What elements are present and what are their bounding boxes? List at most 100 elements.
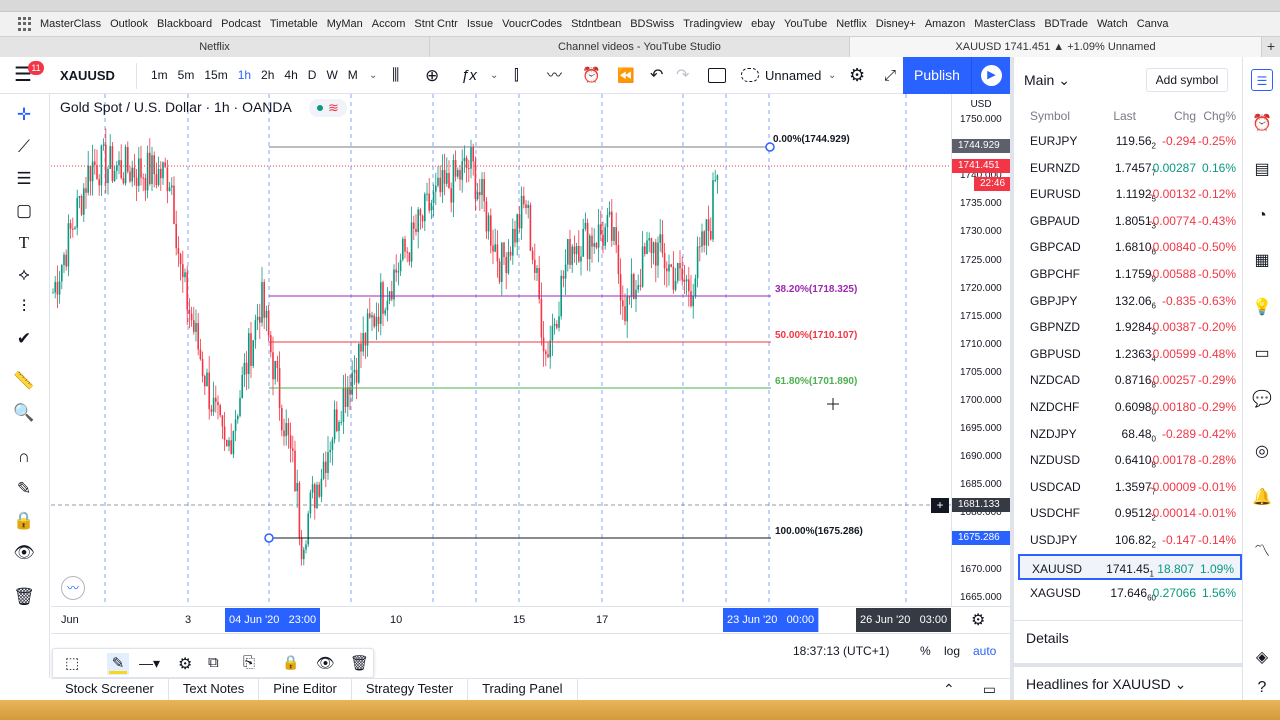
bookmark-item[interactable]: Watch xyxy=(1097,18,1137,30)
layout-name[interactable]: Unnamed xyxy=(765,57,821,94)
tab-stock-screener[interactable]: Stock Screener xyxy=(51,679,169,700)
redo-icon[interactable]: ↷ xyxy=(676,57,689,94)
watchlist-row[interactable]: USDJPY 106.822 -0.147 -0.14% xyxy=(1018,527,1242,553)
bookmark-item[interactable]: Amazon xyxy=(925,18,974,30)
ruler-icon[interactable]: 📏 xyxy=(12,370,36,392)
compare-plus-icon[interactable]: ⊕ xyxy=(425,57,439,94)
bookmark-item[interactable]: BDTrade xyxy=(1044,18,1097,30)
column-chg[interactable]: Chg xyxy=(1174,109,1196,123)
hide-drawing-eye-icon[interactable]: 👁 xyxy=(316,654,335,672)
magnet-icon[interactable]: ∩ xyxy=(12,446,36,468)
percent-scale-toggle[interactable]: % xyxy=(920,644,931,658)
watchlist-row[interactable]: USDCHF 0.95122 -0.00014 -0.01% xyxy=(1018,500,1242,526)
watchlist-row[interactable]: NZDCHF 0.60980 -0.00180 -0.29% xyxy=(1018,394,1242,420)
bookmark-item[interactable]: Canva xyxy=(1137,18,1178,30)
play-button[interactable]: ▶ xyxy=(971,57,1010,94)
lock-icon[interactable]: 🔒 xyxy=(12,510,36,532)
pattern-icon[interactable]: ⟡ xyxy=(12,264,36,286)
column-chg-pct[interactable]: Chg% xyxy=(1203,109,1236,123)
candle-style-icon[interactable]: ⫼ xyxy=(392,57,399,94)
replay-icon[interactable]: ⏪ xyxy=(617,57,634,94)
tab-text-notes[interactable]: Text Notes xyxy=(169,679,260,700)
watchlist-row[interactable]: GBPUSD 1.23634 -0.00599 -0.48% xyxy=(1018,341,1242,367)
watchlist-row[interactable]: GBPCAD 1.68106 -0.00840 -0.50% xyxy=(1018,234,1242,260)
streams-icon[interactable]: ▭ xyxy=(1251,343,1273,365)
hotlists-icon[interactable]: ◔ xyxy=(1251,205,1273,227)
help-icon[interactable]: ? xyxy=(1251,677,1273,699)
watchlist-row[interactable]: GBPJPY 132.066 -0.835 -0.63% xyxy=(1018,288,1242,314)
interval-M[interactable]: M xyxy=(343,57,363,94)
new-tab-button[interactable]: + xyxy=(1262,37,1280,57)
watchlist-row[interactable]: USDCAD 1.35977 -0.00009 -0.01% xyxy=(1018,474,1242,500)
watchlist-row[interactable]: GBPCHF 1.17599 -0.00588 -0.50% xyxy=(1018,261,1242,287)
financials-icon[interactable]: ⫿ xyxy=(514,57,519,94)
ideas-lightbulb-icon[interactable]: 💡 xyxy=(1251,297,1273,319)
watchlist-row[interactable]: GBPAUD 1.80513 -0.00774 -0.43% xyxy=(1018,208,1242,234)
podcast-icon[interactable]: ◎ xyxy=(1251,441,1273,463)
add-symbol-button[interactable]: Add symbol xyxy=(1146,68,1228,92)
watchlist-row[interactable]: XAUUSD 1741.451 18.807 1.09% xyxy=(1018,553,1242,580)
fib-retracement-icon[interactable]: ☰ xyxy=(12,168,36,190)
watchlist-title[interactable]: Main ⌄ xyxy=(1024,72,1070,89)
undo-icon[interactable]: ↶ xyxy=(650,57,663,94)
bookmark-item[interactable]: Blackboard xyxy=(157,18,221,30)
watchlist-row[interactable]: EURUSD 1.11925 -0.00132 -0.12% xyxy=(1018,181,1242,207)
eye-icon[interactable]: 👁 xyxy=(12,542,36,564)
log-scale-toggle[interactable]: log xyxy=(944,644,960,658)
trend-chart-icon[interactable]: 〽 xyxy=(1251,541,1273,563)
interval-4h[interactable]: 4h xyxy=(279,57,302,94)
lock-drawing-icon[interactable]: 🔒 xyxy=(282,654,299,671)
publish-button[interactable]: Publish xyxy=(903,57,971,94)
indicators-icon[interactable]: ƒx xyxy=(461,57,477,94)
bookmark-item[interactable]: BDSwiss xyxy=(630,18,683,30)
prediction-icon[interactable]: ⫶ xyxy=(12,296,36,318)
bookmark-item[interactable]: Disney+ xyxy=(876,18,925,30)
layers-icon[interactable]: ◈ xyxy=(1251,647,1273,669)
settings-gear-icon[interactable]: ⚙ xyxy=(849,57,865,94)
bookmark-item[interactable]: Stdntbean xyxy=(571,18,630,30)
watchlist-row[interactable]: NZDCAD 0.87168 -0.00257 -0.29% xyxy=(1018,367,1242,393)
bookmark-item[interactable]: MasterClass xyxy=(40,18,110,30)
interval-1m[interactable]: 1m xyxy=(146,57,173,94)
interval-1h[interactable]: 1h xyxy=(233,57,256,94)
pencil-lock-icon[interactable]: ✎ xyxy=(12,478,36,500)
chevron-down-icon[interactable]: ⌄ xyxy=(828,57,836,94)
bookmark-item[interactable]: Outlook xyxy=(110,18,157,30)
data-window-icon[interactable]: ▤ xyxy=(1251,159,1273,181)
time-axis[interactable]: Jun 3 10 15 17 04 Jun '20 23:00 23 Jun '… xyxy=(51,606,1010,633)
alert-icon[interactable]: ⏰ xyxy=(582,57,601,94)
templates-icon[interactable]: 〰 xyxy=(547,57,562,94)
bookmark-item[interactable]: MasterClass xyxy=(974,18,1044,30)
bookmark-item[interactable]: ebay xyxy=(751,18,784,30)
fullscreen-icon[interactable]: ⤢ xyxy=(884,57,896,94)
rectangle-icon[interactable]: ▢ xyxy=(12,200,36,222)
watchlist-row[interactable]: GBPNZD 1.92843 -0.00387 -0.20% xyxy=(1018,314,1242,340)
bookmark-item[interactable]: Issue xyxy=(467,18,502,30)
apps-grid-icon[interactable] xyxy=(18,17,32,31)
bookmark-item[interactable]: Netflix xyxy=(836,18,876,30)
utc-clock[interactable]: 18:37:13 (UTC+1) xyxy=(793,644,889,658)
trash-icon[interactable]: 🗑 xyxy=(12,586,36,608)
maximize-panel-icon[interactable]: ▭ xyxy=(969,679,1010,700)
price-axis[interactable]: USD 1750.0001745.0001740.0001735.0001730… xyxy=(951,94,1010,606)
calendar-icon[interactable]: ▦ xyxy=(1251,250,1273,272)
chevron-down-icon[interactable]: ⌄ xyxy=(490,57,498,94)
fullscreen-frame-icon[interactable] xyxy=(708,68,726,83)
browser-tab-netflix[interactable]: Netflix xyxy=(0,37,430,57)
remove-drawing-trash-icon[interactable]: 🗑 xyxy=(350,654,369,672)
chevron-down-icon[interactable]: ⌄ xyxy=(369,57,377,94)
tab-strategy-tester[interactable]: Strategy Tester xyxy=(352,679,469,700)
line-style-icon[interactable]: —▾ xyxy=(139,655,160,672)
watchlist-row[interactable]: XAGUSD 17.64660 0.27066 1.56% xyxy=(1018,580,1242,606)
interval-5m[interactable]: 5m xyxy=(173,57,200,94)
headlines-header[interactable]: Headlines for XAUUSD ⌄ xyxy=(1026,676,1186,693)
template-icon[interactable]: ⬚ xyxy=(65,654,79,672)
add-alert-plus-icon[interactable]: + xyxy=(931,498,949,513)
interval-D[interactable]: D xyxy=(303,57,322,94)
axis-settings-gear-icon[interactable]: ⚙ xyxy=(971,610,985,630)
tab-pine-editor[interactable]: Pine Editor xyxy=(259,679,352,700)
visual-order-icon[interactable]: ⧉ xyxy=(208,654,219,671)
column-symbol[interactable]: Symbol xyxy=(1030,109,1070,123)
interval-W[interactable]: W xyxy=(321,57,342,94)
bookmark-item[interactable]: YouTube xyxy=(784,18,836,30)
